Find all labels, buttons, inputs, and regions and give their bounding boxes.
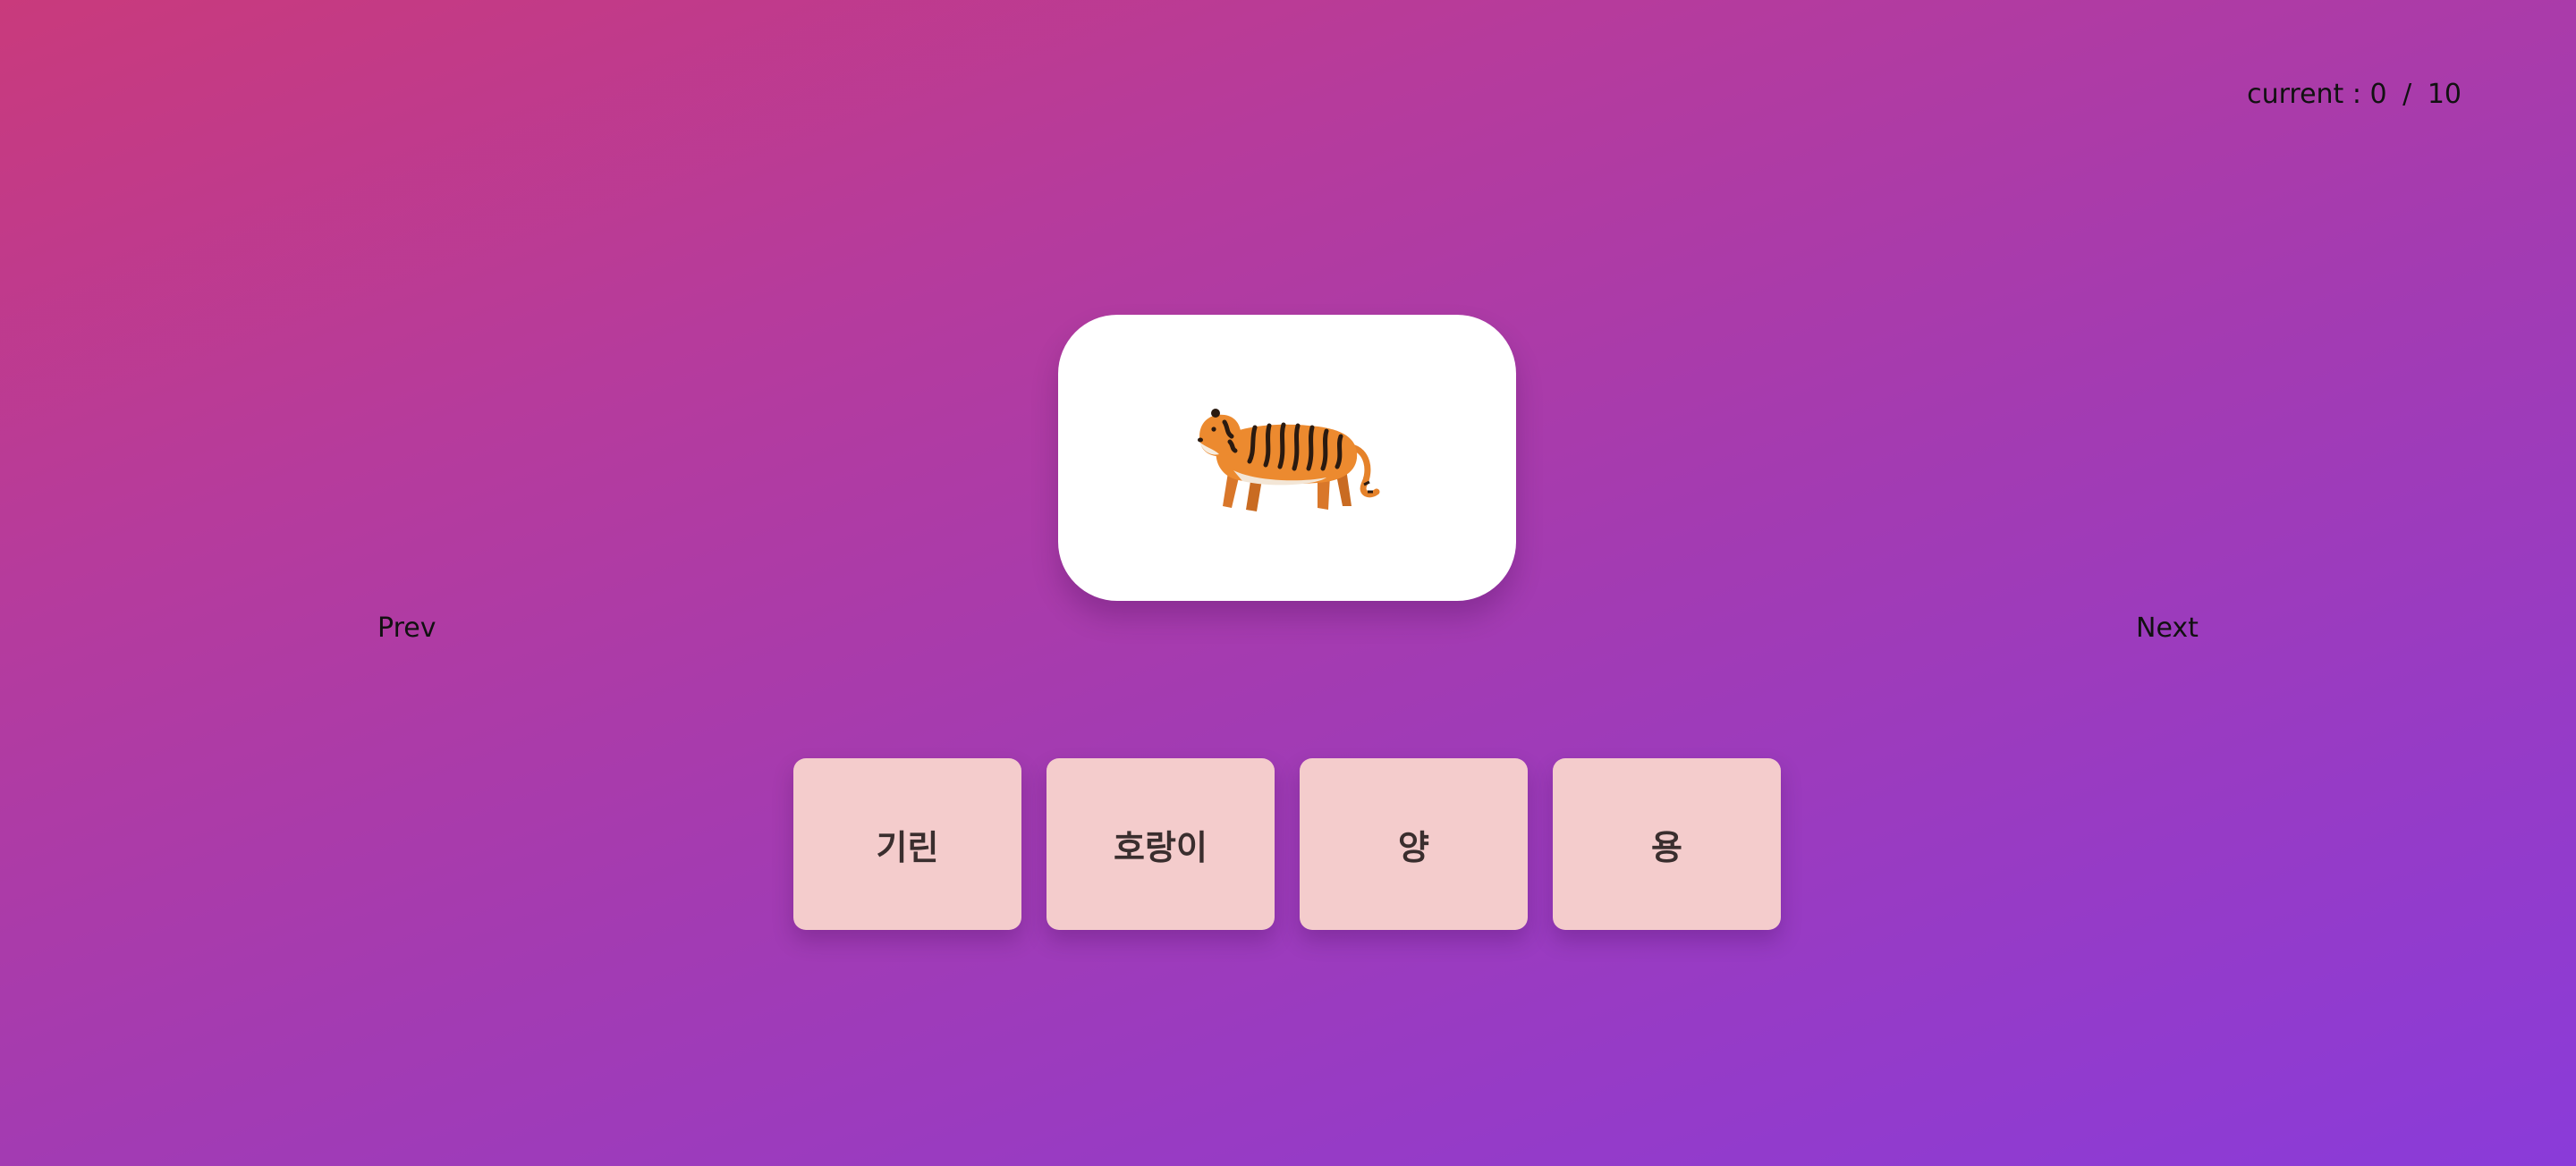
progress-label: current : [2247, 79, 2361, 110]
question-card [1058, 315, 1516, 601]
progress-total: 10 [2427, 79, 2462, 110]
progress-counter: current : 0 / 10 [2247, 79, 2462, 110]
next-button[interactable]: Next [2136, 613, 2199, 644]
progress-separator: / [2402, 79, 2412, 110]
tiger-icon [1198, 409, 1380, 511]
option-button-sheep[interactable]: 양 [1300, 758, 1528, 930]
progress-current: 0 [2369, 79, 2387, 110]
option-button-tiger[interactable]: 호랑이 [1046, 758, 1275, 930]
prev-button[interactable]: Prev [377, 613, 436, 644]
option-button-dragon[interactable]: 용 [1553, 758, 1781, 930]
answer-options: 기린 호랑이 양 용 [793, 758, 1781, 930]
option-button-giraffe[interactable]: 기린 [793, 758, 1021, 930]
